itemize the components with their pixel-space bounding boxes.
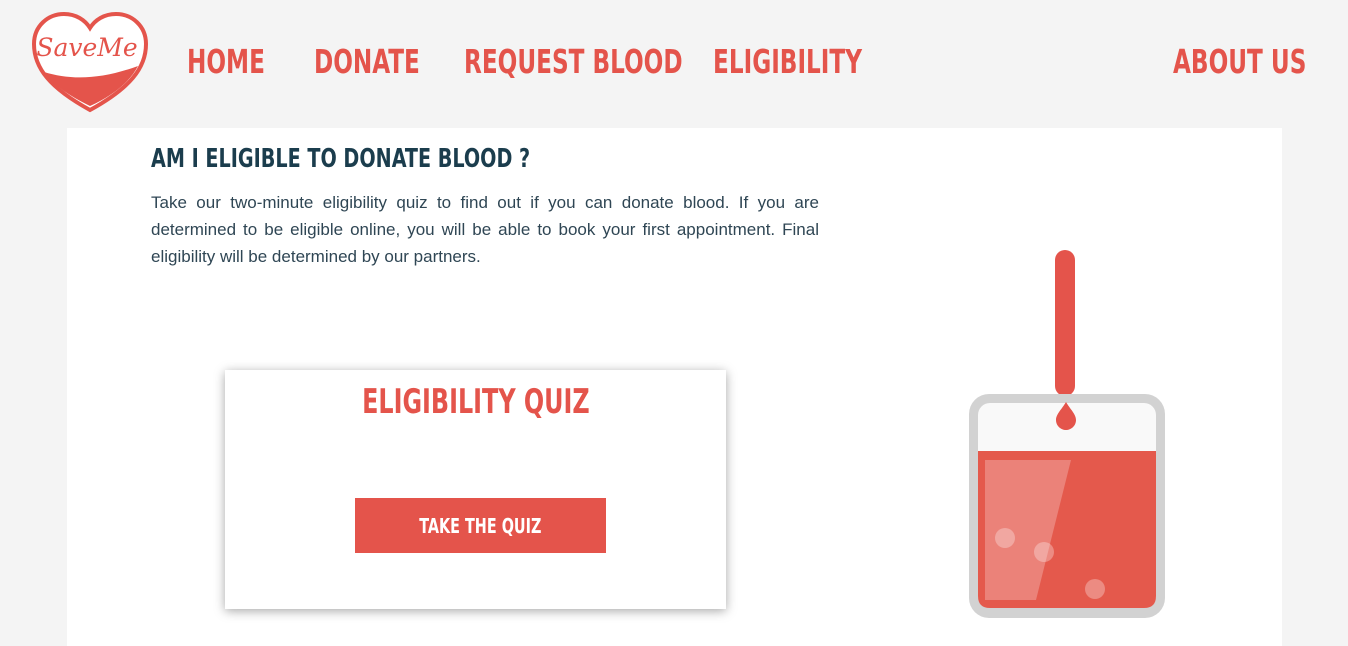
quiz-title-text: ELIGIBILITY QUIZ: [361, 382, 590, 422]
nav-request-blood[interactable]: REQUEST BLOOD: [464, 40, 683, 84]
take-quiz-button[interactable]: TAKE THE QUIZ: [355, 498, 606, 553]
page-title: AM I ELIGIBLE TO DONATE BLOOD ?: [151, 144, 531, 174]
main-content: AM I ELIGIBLE TO DONATE BLOOD ? Take our…: [67, 128, 1282, 646]
nav-donate[interactable]: DONATE: [314, 40, 420, 84]
quiz-card: ELIGIBILITY QUIZ TAKE THE QUIZ: [225, 370, 726, 609]
site-header: SaveMe HOME DONATE REQUEST BLOOD ELIGIBI…: [0, 0, 1348, 128]
saveme-logo[interactable]: SaveMe: [30, 10, 150, 116]
take-quiz-label: TAKE THE QUIZ: [419, 513, 542, 538]
blood-bag-illustration: [962, 246, 1172, 626]
nav-eligibility[interactable]: ELIGIBILITY: [713, 40, 862, 84]
logo-text: SaveMe: [36, 33, 137, 62]
heart-logo-icon: SaveMe: [31, 11, 149, 113]
intro-text: Take our two-minute eligibility quiz to …: [151, 193, 819, 266]
quiz-title: ELIGIBILITY QUIZ: [225, 380, 726, 424]
nav-home[interactable]: HOME: [187, 40, 265, 84]
blood-bag-icon: [969, 250, 1165, 618]
nav-about-us[interactable]: ABOUT US: [1173, 40, 1306, 84]
